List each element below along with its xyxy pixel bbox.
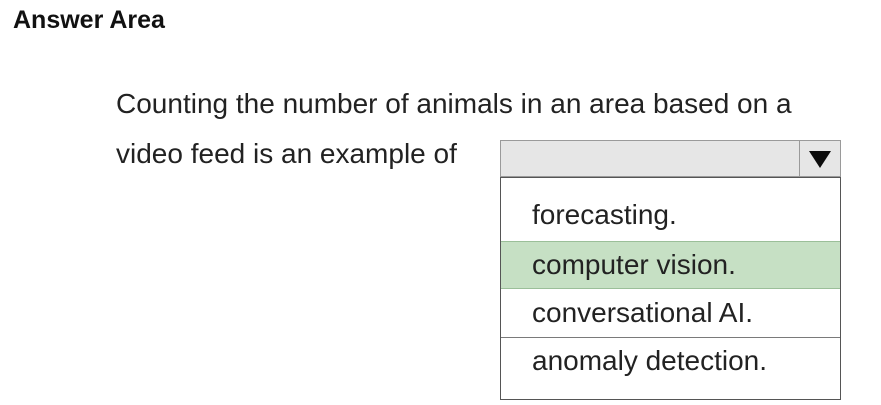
question-text-line-2: video feed is an example of (116, 138, 457, 169)
dropdown-options-list: forecasting. computer vision. conversati… (500, 177, 841, 400)
dropdown-option-forecasting[interactable]: forecasting. (501, 191, 840, 239)
question-text-line-1: Counting the number of animals in an are… (116, 88, 792, 119)
triangle-down-icon (809, 151, 831, 168)
dropdown-toggle-button[interactable] (799, 141, 840, 176)
dropdown-option-anomaly-detection[interactable]: anomaly detection. (501, 337, 840, 385)
dropdown-option-conversational-ai[interactable]: conversational AI. (501, 289, 840, 337)
answer-dropdown[interactable] (500, 140, 841, 177)
dropdown-option-computer-vision[interactable]: computer vision. (501, 241, 840, 289)
answer-area-title: Answer Area (13, 6, 165, 34)
